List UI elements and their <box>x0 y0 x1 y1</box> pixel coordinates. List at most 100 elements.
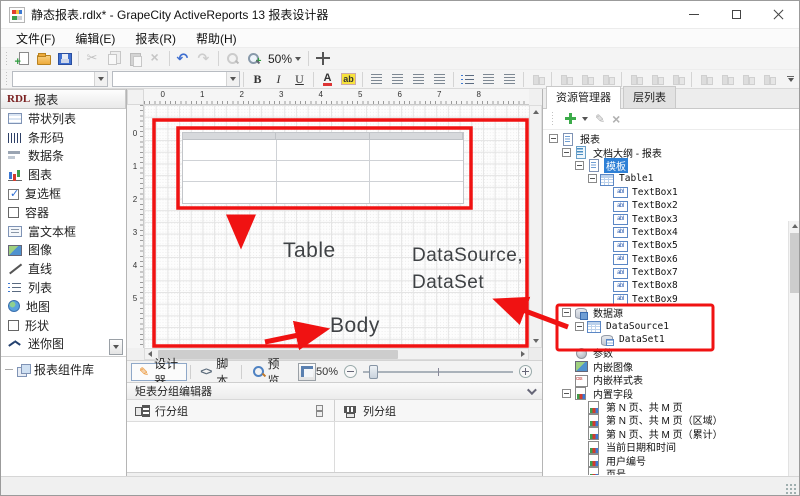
align-center-button[interactable] <box>387 70 408 89</box>
zoom-minus-button[interactable] <box>344 365 357 378</box>
col-groups-list[interactable] <box>335 422 542 472</box>
align-left-button[interactable] <box>366 70 387 89</box>
menu-item[interactable]: 编辑(E) <box>66 29 124 48</box>
tree-item[interactable]: DataSet1 <box>543 333 800 346</box>
zoom-in-button[interactable]: + <box>243 49 264 68</box>
tree-expander-icon[interactable] <box>575 161 584 170</box>
menu-item[interactable]: 帮助(H) <box>187 29 246 48</box>
add-resource-button[interactable] <box>565 113 579 126</box>
tab-script[interactable]: <> 脚本 <box>193 363 238 381</box>
snap-to-grid-button[interactable] <box>527 70 548 89</box>
redo-button[interactable] <box>194 49 215 68</box>
menu-item[interactable]: 文件(F) <box>7 29 64 48</box>
table-cell[interactable] <box>183 140 277 160</box>
tree-item[interactable]: 文档大纲 - 报表 <box>543 145 800 158</box>
highlight-button[interactable]: ab <box>338 70 359 89</box>
tree-item[interactable]: 内嵌图像 <box>543 360 800 373</box>
tree-item[interactable]: 内嵌样式表 <box>543 373 800 386</box>
table-cell[interactable] <box>183 161 277 181</box>
bold-button[interactable]: B <box>247 70 268 89</box>
scrollbar-thumb[interactable] <box>790 233 799 293</box>
report-library-item[interactable]: 报表组件库 <box>1 360 126 379</box>
tree-expander-icon[interactable] <box>549 134 558 143</box>
table-cell[interactable] <box>277 182 371 203</box>
toolbox-item[interactable]: 迷你图 <box>1 335 126 354</box>
tree-item[interactable]: 内置字段 <box>543 386 800 399</box>
toolbox-item[interactable]: 地图 <box>1 297 126 316</box>
tree-item[interactable]: TextBox4 <box>543 226 800 239</box>
table-cell[interactable] <box>370 161 463 181</box>
edit-resource-button[interactable]: ✎ <box>595 112 605 126</box>
tree-scrollbar[interactable] <box>788 221 800 496</box>
toolbox-item[interactable]: 数据条 <box>1 147 126 166</box>
table-cell[interactable] <box>183 182 277 203</box>
align-right-button[interactable] <box>408 70 429 89</box>
resize-grip[interactable] <box>785 483 797 495</box>
tree-item[interactable]: Table1 <box>543 172 800 185</box>
tree-item[interactable]: 模板 <box>543 159 800 172</box>
bullet-list-button[interactable] <box>457 70 478 89</box>
align-justify-button[interactable] <box>429 70 450 89</box>
tree-item[interactable]: TextBox5 <box>543 239 800 252</box>
zoom-level-select[interactable]: 50% <box>264 51 305 67</box>
toolbox-scroll-down-button[interactable] <box>109 339 123 355</box>
tree-item[interactable]: 参数 <box>543 346 800 359</box>
table-cell[interactable] <box>370 182 463 203</box>
tree-item[interactable]: 数据源 <box>543 306 800 319</box>
tree-expander-icon[interactable] <box>575 322 584 331</box>
tab-preview[interactable]: 预览 <box>245 363 292 381</box>
indent-decrease-button[interactable] <box>499 70 520 89</box>
new-report-button[interactable] <box>12 49 33 68</box>
table-cell[interactable] <box>277 140 371 160</box>
tree-item[interactable]: TextBox3 <box>543 212 800 225</box>
zoom-slider-thumb[interactable] <box>369 365 378 379</box>
tree-item[interactable]: TextBox2 <box>543 199 800 212</box>
delete-resource-button[interactable]: × <box>612 114 620 124</box>
tree-item[interactable]: TextBox8 <box>543 279 800 292</box>
toolbox-item[interactable]: 图表 <box>1 165 126 184</box>
paste-button[interactable] <box>124 49 145 68</box>
zoom-out-button[interactable] <box>222 49 243 68</box>
save-button[interactable] <box>54 49 75 68</box>
italic-button[interactable]: I <box>268 70 289 89</box>
tree-item[interactable]: 第 N 页、共 M 页 <box>543 400 800 413</box>
tree-item[interactable]: 页号 <box>543 467 800 475</box>
same-size-button[interactable] <box>737 70 758 89</box>
table-column-handles[interactable] <box>183 133 463 140</box>
row-groups-list[interactable] <box>127 422 335 472</box>
font-family-select[interactable] <box>12 71 108 87</box>
font-size-select[interactable] <box>112 71 240 87</box>
delete-button[interactable] <box>145 49 166 68</box>
close-button[interactable] <box>757 1 799 28</box>
toolbox-item[interactable]: 容器 <box>1 203 126 222</box>
tree-item[interactable]: 用户编号 <box>543 453 800 466</box>
toolbox-item[interactable]: 直线 <box>1 259 126 278</box>
toolbox-item[interactable]: 条形码 <box>1 128 126 147</box>
tree-item[interactable]: 第 N 页、共 M 页（累计） <box>543 427 800 440</box>
toolbar-overflow-button[interactable] <box>784 74 797 84</box>
toolbox-item[interactable]: 形状 <box>1 316 126 335</box>
table-cell[interactable] <box>277 161 371 181</box>
toolbox-item[interactable]: 富文本框 <box>1 222 126 241</box>
explorer-tab[interactable]: 资源管理器 <box>546 86 621 109</box>
cut-button[interactable] <box>82 49 103 68</box>
open-button[interactable] <box>33 49 54 68</box>
copy-button[interactable] <box>103 49 124 68</box>
toolbox-item[interactable]: 图像 <box>1 241 126 260</box>
tree-item[interactable]: DataSource1 <box>543 319 800 332</box>
table-cell[interactable] <box>370 140 463 160</box>
toggle-rulers-button[interactable] <box>298 363 316 381</box>
underline-button[interactable]: U <box>289 70 310 89</box>
canvas-horizontal-scrollbar[interactable] <box>144 348 529 360</box>
canvas-vertical-scrollbar[interactable] <box>529 105 542 348</box>
tree-expander-icon[interactable] <box>562 308 571 317</box>
tree-expander-icon[interactable] <box>562 148 571 157</box>
font-color-button[interactable]: A <box>317 70 338 89</box>
undo-button[interactable] <box>173 49 194 68</box>
same-width-button[interactable] <box>695 70 716 89</box>
indent-increase-button[interactable] <box>478 70 499 89</box>
toolbox-item[interactable]: 复选框 <box>1 184 126 203</box>
zoom-plus-button[interactable] <box>519 365 532 378</box>
tree-expander-icon[interactable] <box>562 389 571 398</box>
report-table-widget[interactable] <box>182 132 464 204</box>
